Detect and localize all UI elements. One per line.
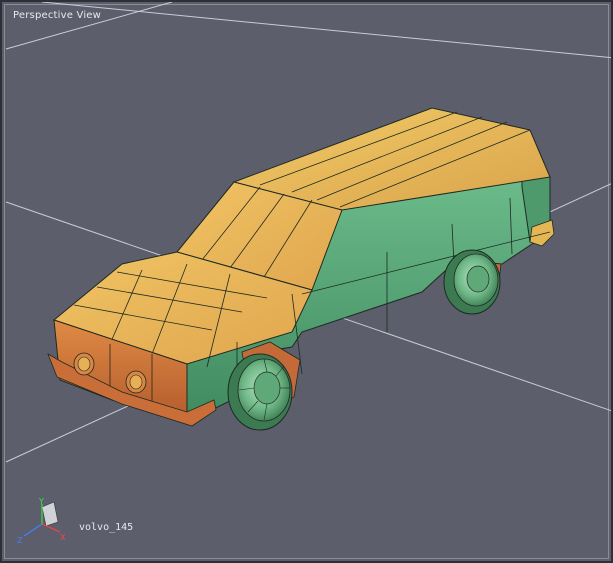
rear-wheel [443, 249, 501, 315]
front-wheel [227, 353, 293, 431]
left-headlight [73, 352, 95, 376]
right-headlight [125, 370, 147, 394]
axis-z-label: Z [17, 536, 23, 545]
perspective-viewport[interactable]: Y X Z Perspective View volvo_145 [0, 0, 613, 563]
axis-y-label: Y [38, 497, 44, 506]
axis-gizmo: Y X Z [17, 497, 66, 545]
3d-scene[interactable]: Y X Z [2, 2, 613, 563]
selected-object-name: volvo_145 [79, 522, 134, 533]
axis-x-label: X [60, 533, 66, 542]
viewport-title[interactable]: Perspective View [13, 10, 101, 21]
